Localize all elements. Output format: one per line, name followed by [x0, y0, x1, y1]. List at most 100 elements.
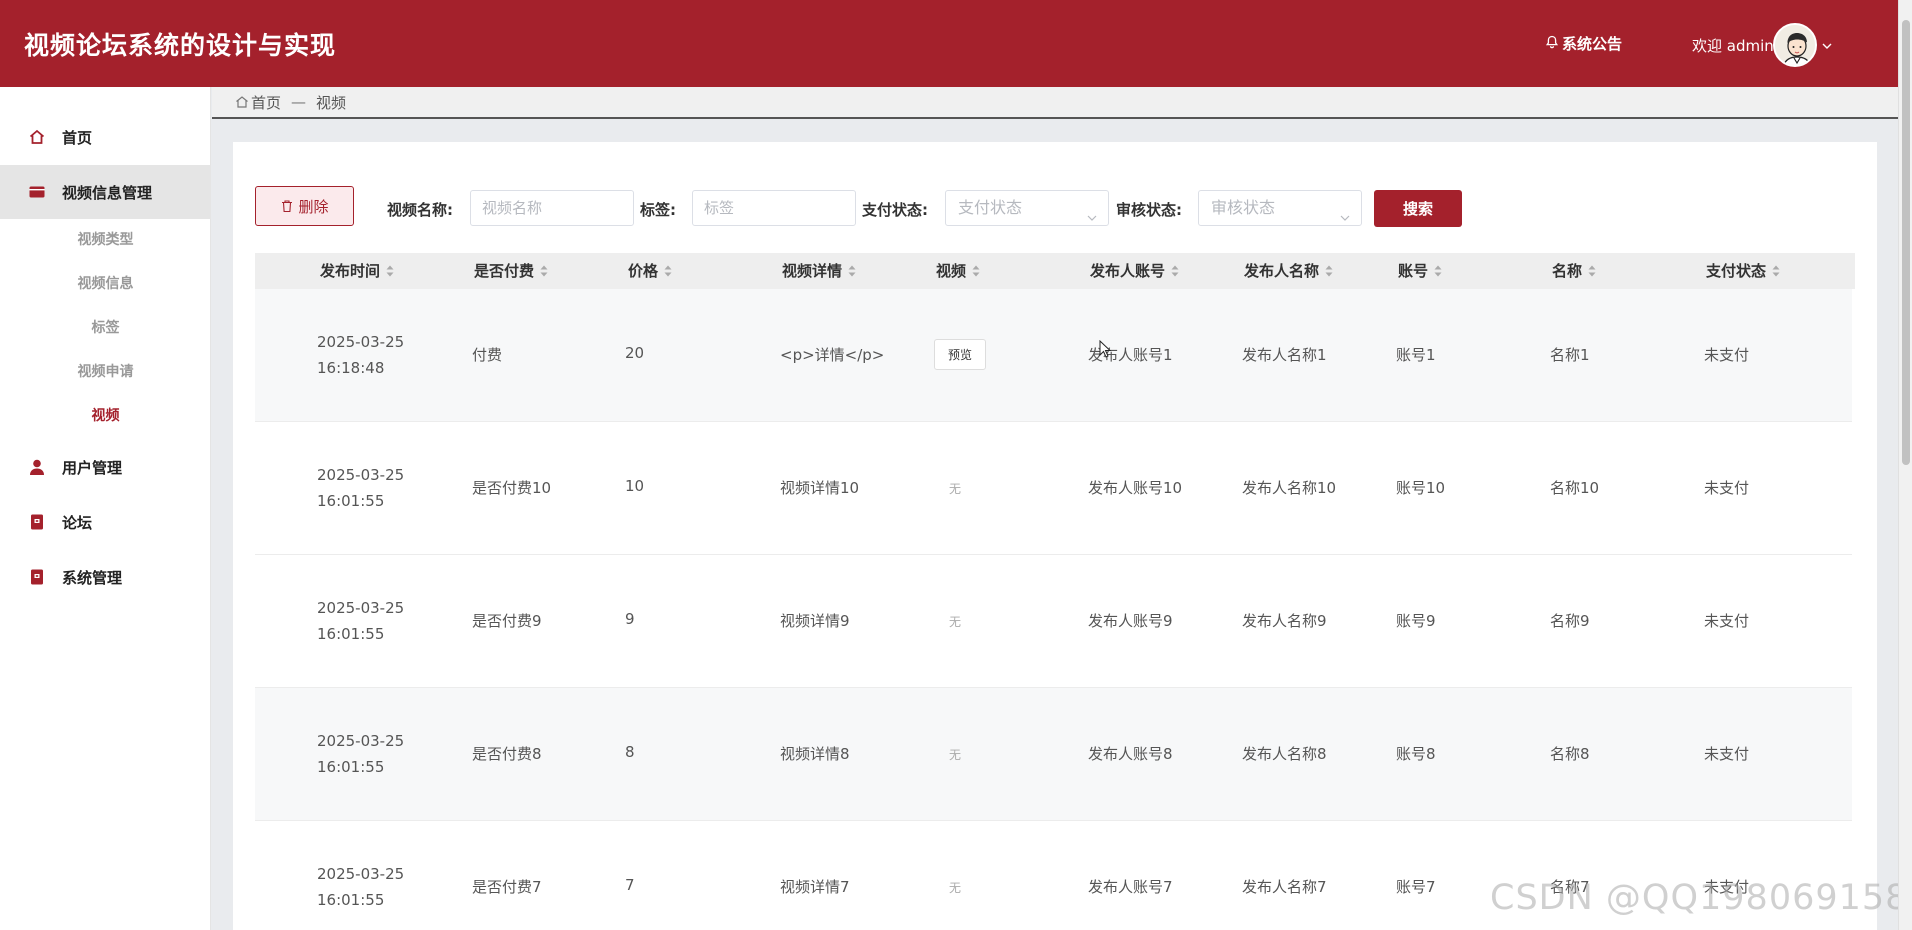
table-row[interactable]: 2025-03-25 16:01:55 是否付费8 8 视频详情8 无 发布人账…: [255, 688, 1852, 821]
sidebar-item-home[interactable]: 首页: [0, 110, 211, 164]
sidebar-item-system-management[interactable]: 系统管理: [0, 550, 211, 604]
pay-status-label: 支付状态:: [862, 201, 928, 219]
account-cell: 账号10: [1396, 479, 1446, 497]
table-row[interactable]: 2025-03-25 16:18:48 付费 20 <p>详情</p> 预览 发…: [255, 289, 1852, 422]
sidebar-subitem-video-apply[interactable]: 视频申请: [0, 357, 211, 387]
sidebar-subitem-video[interactable]: 视频: [0, 401, 211, 431]
sort-icon[interactable]: [1433, 264, 1443, 278]
home-icon[interactable]: [235, 95, 249, 109]
publisher-account-cell: 发布人账号10: [1088, 479, 1183, 497]
sort-icon[interactable]: [1587, 264, 1597, 278]
bell-icon: [1545, 35, 1559, 53]
sidebar-subitem-video-type[interactable]: 视频类型: [0, 225, 211, 255]
vertical-scrollbar[interactable]: [1898, 0, 1912, 930]
video-name-input[interactable]: [470, 190, 634, 226]
paid-cell: 是否付费9: [472, 612, 542, 630]
paid-cell: 是否付费10: [472, 479, 552, 497]
publish-time-cell: 2025-03-25 16:01:55: [317, 865, 405, 909]
detail-cell: 视频详情8: [780, 745, 850, 763]
sort-icon[interactable]: [539, 264, 549, 278]
sidebar-item-forum[interactable]: 论坛: [0, 495, 211, 549]
review-status-select[interactable]: 审核状态: [1198, 190, 1362, 226]
table-row[interactable]: 2025-03-25 16:01:55 是否付费10 10 视频详情10 无 发…: [255, 422, 1852, 555]
sidebar-subitem-video-info[interactable]: 视频信息: [0, 269, 211, 299]
column-label: 发布时间: [320, 262, 381, 280]
paid-cell: 是否付费8: [472, 745, 542, 763]
column-header[interactable]: 是否付费: [474, 253, 549, 289]
column-header[interactable]: 名称: [1552, 253, 1597, 289]
publish-time-cell: 2025-03-25 16:18:48: [317, 333, 405, 377]
detail-cell: <p>详情</p>: [780, 346, 885, 364]
user-avatar[interactable]: [1773, 23, 1817, 67]
publish-time-cell: 2025-03-25 16:01:55: [317, 466, 405, 510]
column-header[interactable]: 发布人账号: [1090, 253, 1180, 289]
price-cell: 7: [625, 876, 635, 894]
pay-status-select[interactable]: 支付状态: [945, 190, 1109, 226]
name-cell: 名称10: [1550, 479, 1600, 497]
column-label: 名称: [1552, 262, 1583, 280]
pay-status-cell: 未支付: [1704, 346, 1750, 364]
sidebar-item-video-management[interactable]: 视频信息管理: [0, 165, 211, 219]
detail-cell: 视频详情10: [780, 479, 860, 497]
home-icon: [28, 128, 46, 146]
delete-button[interactable]: 删除: [255, 186, 354, 226]
publisher-name-cell: 发布人名称9: [1242, 612, 1327, 630]
search-button[interactable]: 搜索: [1374, 190, 1462, 227]
pay-status-cell: 未支付: [1704, 479, 1750, 497]
publisher-name-cell: 发布人名称8: [1242, 745, 1327, 763]
sort-icon[interactable]: [663, 264, 673, 278]
breadcrumb-home[interactable]: 首页: [251, 92, 281, 113]
detail-cell: 视频详情9: [780, 612, 850, 630]
user-icon: [28, 458, 46, 476]
publisher-account-cell: 发布人账号8: [1088, 745, 1173, 763]
delete-label: 删除: [298, 197, 329, 216]
column-header[interactable]: 发布时间: [320, 253, 395, 289]
sidebar: 首页 视频信息管理 视频类型 视频信息 标签 视频申请 视频 用户管理 论坛 系…: [0, 87, 211, 930]
pay-status-cell: 未支付: [1704, 612, 1750, 630]
table-row[interactable]: 2025-03-25 16:01:55 是否付费9 9 视频详情9 无 发布人账…: [255, 555, 1852, 688]
pay-status-placeholder: 支付状态: [958, 198, 1023, 217]
sort-icon[interactable]: [385, 264, 395, 278]
sort-icon[interactable]: [1170, 264, 1180, 278]
book-icon: [28, 568, 46, 586]
column-label: 价格: [628, 262, 659, 280]
column-label: 视频详情: [782, 262, 843, 280]
sidebar-subitem-tag[interactable]: 标签: [0, 313, 211, 343]
watermark: CSDN @QQ1980691580: [1490, 878, 1912, 918]
account-cell: 账号7: [1396, 878, 1436, 896]
publisher-name-cell: 发布人名称7: [1242, 878, 1327, 896]
sidebar-item-label: 视频信息管理: [62, 183, 153, 202]
pay-status-cell: 未支付: [1704, 745, 1750, 763]
name-cell: 名称8: [1550, 745, 1590, 763]
column-label: 视频: [936, 262, 967, 280]
column-label: 账号: [1398, 262, 1429, 280]
column-header[interactable]: 发布人名称: [1244, 253, 1334, 289]
account-cell: 账号1: [1396, 346, 1436, 364]
column-header[interactable]: 视频详情: [782, 253, 857, 289]
sort-icon[interactable]: [1771, 264, 1781, 278]
account-cell: 账号9: [1396, 612, 1436, 630]
column-header[interactable]: 价格: [628, 253, 673, 289]
system-notice-link[interactable]: 系统公告: [1545, 33, 1622, 54]
preview-button[interactable]: 预览: [934, 339, 986, 370]
tag-input[interactable]: [692, 190, 856, 226]
sort-icon[interactable]: [971, 264, 981, 278]
sidebar-item-label: 系统管理: [62, 568, 123, 587]
book-icon: [28, 513, 46, 531]
publisher-name-cell: 发布人名称1: [1242, 346, 1327, 364]
detail-cell: 视频详情7: [780, 878, 850, 896]
sort-icon[interactable]: [847, 264, 857, 278]
column-header[interactable]: 账号: [1398, 253, 1443, 289]
column-header[interactable]: 视频: [936, 253, 981, 289]
chevron-down-icon[interactable]: [1820, 38, 1834, 52]
video-cell: 无: [949, 748, 962, 762]
column-label: 支付状态: [1706, 262, 1767, 280]
system-notice-label: 系统公告: [1562, 35, 1623, 53]
sort-icon[interactable]: [1324, 264, 1334, 278]
scrollbar-thumb[interactable]: [1902, 20, 1910, 465]
publisher-account-cell: 发布人账号9: [1088, 612, 1173, 630]
column-label: 发布人名称: [1244, 262, 1320, 280]
breadcrumb-current: 视频: [316, 93, 347, 112]
sidebar-item-user-management[interactable]: 用户管理: [0, 440, 211, 494]
column-header[interactable]: 支付状态: [1706, 253, 1781, 289]
